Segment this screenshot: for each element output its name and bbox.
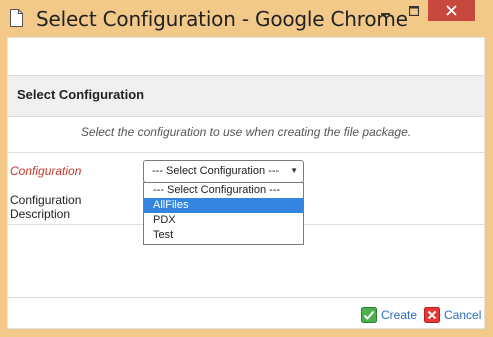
title-bar: Select Configuration - Google Chrome (0, 0, 493, 37)
section-header: Select Configuration (8, 75, 484, 117)
configuration-dropdown-list: --- Select Configuration --- AllFiles PD… (143, 182, 304, 245)
instructions-text: Select the configuration to use when cre… (80, 125, 412, 139)
divider (8, 152, 484, 153)
cancel-button[interactable]: Cancel (424, 306, 481, 324)
checkmark-icon (361, 307, 377, 323)
dialog-content: Select Configuration Select the configur… (7, 37, 485, 329)
maximize-button[interactable] (400, 0, 427, 21)
cancel-button-label: Cancel (444, 308, 482, 322)
window-title: Select Configuration - Google Chrome (36, 7, 408, 31)
dropdown-option-pdx[interactable]: PDX (144, 213, 303, 228)
chevron-down-icon: ▼ (290, 166, 298, 175)
close-icon (446, 5, 457, 16)
document-icon (10, 9, 23, 27)
dropdown-option-test[interactable]: Test (144, 228, 303, 243)
configuration-label: Configuration (10, 164, 82, 178)
configuration-description-label: Configuration Description (10, 193, 82, 221)
minimize-button[interactable] (372, 0, 399, 21)
dropdown-option-placeholder[interactable]: --- Select Configuration --- (144, 183, 303, 198)
configuration-select[interactable]: --- Select Configuration --- ▼ (143, 160, 304, 183)
footer-divider (8, 297, 484, 298)
maximize-icon (408, 5, 419, 16)
dropdown-option-allfiles[interactable]: AllFiles (144, 198, 303, 213)
create-button-label: Create (381, 308, 418, 322)
create-button[interactable]: Create (361, 306, 417, 324)
cancel-x-icon (424, 307, 440, 323)
minimize-icon (380, 12, 390, 15)
section-title: Select Configuration (17, 87, 145, 102)
close-button[interactable] (428, 0, 475, 21)
select-value: --- Select Configuration --- (152, 165, 280, 177)
